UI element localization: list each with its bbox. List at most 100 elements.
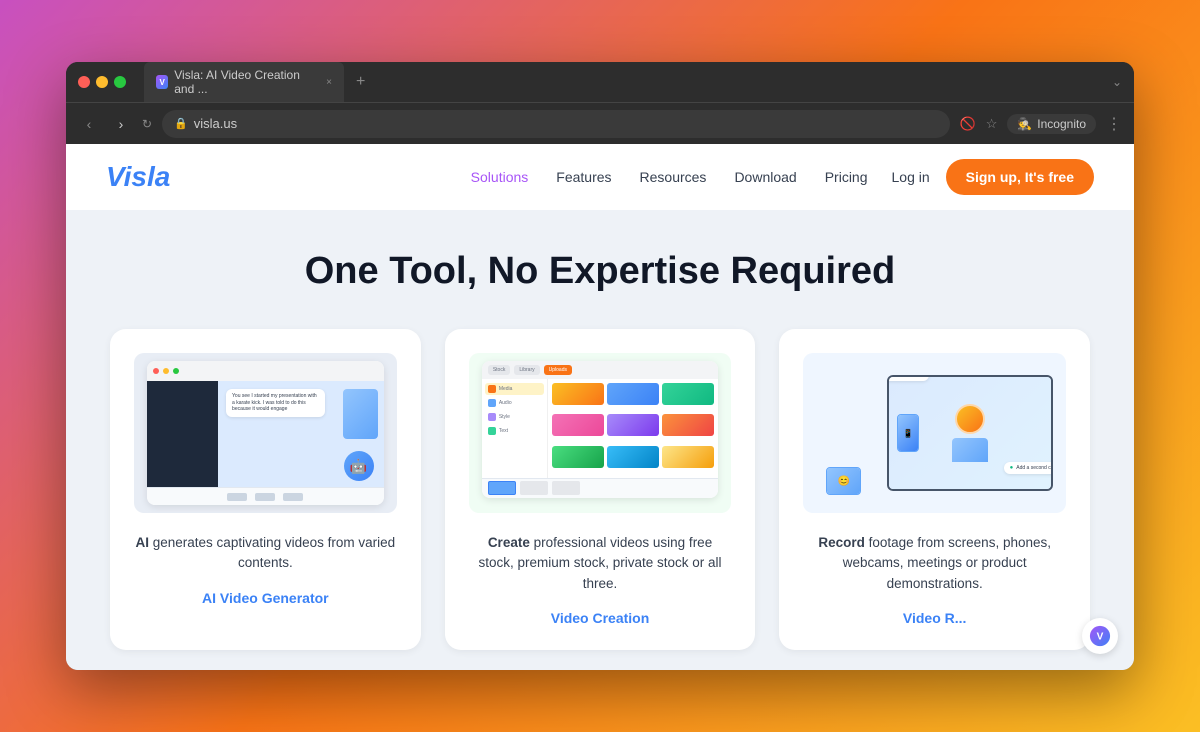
login-button[interactable]: Log in (892, 169, 930, 185)
camera-off-icon[interactable]: 🚫 (960, 116, 976, 132)
close-window-button[interactable] (78, 76, 90, 88)
thumb-3 (662, 383, 714, 405)
forward-button[interactable]: › (110, 116, 132, 132)
camera-icon: ● (1010, 465, 1014, 471)
editor-sidebar (147, 381, 218, 487)
website-page: Visla Solutions Features Resources Downl… (66, 144, 1134, 670)
back-button[interactable]: ‹ (78, 116, 100, 132)
url-text: visla.us (194, 116, 237, 131)
desktop-screen: ● Connect Device to Desktop ● Add a seco… (887, 375, 1052, 490)
editor-header (147, 361, 383, 381)
phone-screen: 📱 (898, 415, 918, 451)
address-actions: 🚫 ☆ 🕵️ Incognito ⋮ (960, 114, 1123, 134)
dot1 (153, 368, 159, 374)
scene-1 (488, 481, 516, 495)
text-icon (488, 427, 496, 435)
minimize-window-button[interactable] (96, 76, 108, 88)
address-bar: ‹ › ↻ 🔒 visla.us 🚫 ☆ 🕵️ Incognito ⋮ (66, 102, 1134, 144)
nav-pricing[interactable]: Pricing (825, 169, 868, 185)
nav-links: Solutions Features Resources Download Pr… (471, 169, 868, 185)
new-tab-button[interactable]: + (348, 69, 373, 95)
chat-bubble: You see I started my presentation with a… (226, 389, 325, 417)
uploads-tab: Uploads (544, 365, 572, 375)
library-tabs: Stock Library Uploads (482, 361, 718, 379)
card3-desc: Record footage from screens, phones, web… (803, 533, 1066, 594)
hero-section: One Tool, No Expertise Required (66, 210, 1134, 670)
webcam-image: 😊 (827, 468, 860, 494)
card2-desc: Create professional videos using free st… (469, 533, 732, 594)
nav-features[interactable]: Features (556, 169, 611, 185)
card1-rest: generates captivating videos from varied… (149, 535, 395, 570)
card-video-recording: ● Connect Device to Desktop ● Add a seco… (779, 329, 1090, 650)
scene-3 (552, 481, 580, 495)
active-tab[interactable]: V Visla: AI Video Creation and ... × (144, 62, 344, 102)
url-input[interactable]: 🔒 visla.us (162, 110, 949, 138)
text-label: Text (499, 428, 508, 434)
svg-text:V: V (1097, 632, 1104, 643)
editor-footer (147, 487, 383, 505)
record-mockup: ● Connect Device to Desktop ● Add a seco… (816, 361, 1052, 505)
maximize-window-button[interactable] (114, 76, 126, 88)
title-bar: V Visla: AI Video Creation and ... × + ⌄ (66, 62, 1134, 102)
incognito-icon: 🕵️ (1017, 117, 1032, 131)
incognito-label: Incognito (1037, 117, 1086, 131)
audio-label: Audio (499, 400, 512, 406)
thumb-5 (607, 414, 659, 436)
thumb-1 (552, 383, 604, 405)
nav-solutions[interactable]: Solutions (471, 169, 529, 185)
webcam-overlay: 😊 (826, 467, 861, 495)
footer-btn-1 (227, 493, 247, 501)
refresh-button[interactable]: ↻ (142, 117, 152, 131)
browser-menu-button[interactable]: ⋮ (1106, 114, 1122, 134)
person-head (955, 404, 985, 434)
scene-2 (520, 481, 548, 495)
card3-rest: footage from screens, phones, webcams, m… (843, 535, 1051, 591)
bookmark-icon[interactable]: ☆ (986, 116, 998, 132)
media-icon (488, 385, 496, 393)
style-item: Style (485, 411, 544, 423)
ai-robot-icon: 🤖 (344, 451, 374, 481)
nav-download[interactable]: Download (734, 169, 796, 185)
card2-bold: Create (488, 535, 530, 550)
library-tab: Library (514, 365, 539, 375)
site-nav: Visla Solutions Features Resources Downl… (66, 144, 1134, 210)
connect-text: Connect Device to Desktop (887, 375, 922, 378)
stock-tab: Stock (488, 365, 511, 375)
style-label: Style (499, 414, 510, 420)
site-logo[interactable]: Visla (106, 161, 170, 193)
visla-icon-svg: V (1089, 625, 1111, 647)
media-grid (548, 379, 718, 478)
tabs-dropdown-button[interactable]: ⌄ (1112, 75, 1122, 89)
editor-main: You see I started my presentation with a… (218, 381, 383, 487)
thumb-7 (552, 446, 604, 468)
camera-text: Add a second camera (1016, 465, 1053, 471)
traffic-lights (78, 76, 126, 88)
visla-chat-button[interactable]: V (1082, 618, 1118, 654)
incognito-badge: 🕵️ Incognito (1007, 114, 1096, 134)
scene-bar (482, 478, 718, 498)
card1-bold: AI (136, 535, 150, 550)
clothing-thumbnail (343, 389, 378, 439)
tab-close-button[interactable]: × (326, 77, 332, 88)
nav-resources[interactable]: Resources (640, 169, 707, 185)
signup-button[interactable]: Sign up, It's free (946, 159, 1094, 195)
library-body: Media Audio Style (482, 379, 718, 478)
dot2 (163, 368, 169, 374)
card2-image: Stock Library Uploads Media (469, 353, 732, 513)
tab-title: Visla: AI Video Creation and ... (174, 68, 316, 96)
audio-icon (488, 399, 496, 407)
card1-desc: AI generates captivating videos from var… (134, 533, 397, 574)
thumb-8 (607, 446, 659, 468)
thumb-9 (662, 446, 714, 468)
editor-mockup: You see I started my presentation with a… (147, 361, 383, 505)
add-camera-badge: ● Add a second camera (1004, 462, 1053, 474)
card2-link[interactable]: Video Creation (551, 610, 650, 626)
card3-link[interactable]: Video R... (903, 610, 967, 626)
thumb-4 (552, 414, 604, 436)
tab-favicon: V (156, 75, 168, 89)
card1-link[interactable]: AI Video Generator (202, 590, 329, 606)
hero-title: One Tool, No Expertise Required (305, 250, 896, 293)
library-sidebar: Media Audio Style (482, 379, 548, 478)
card-video-creation: Stock Library Uploads Media (445, 329, 756, 650)
thumb-2 (607, 383, 659, 405)
